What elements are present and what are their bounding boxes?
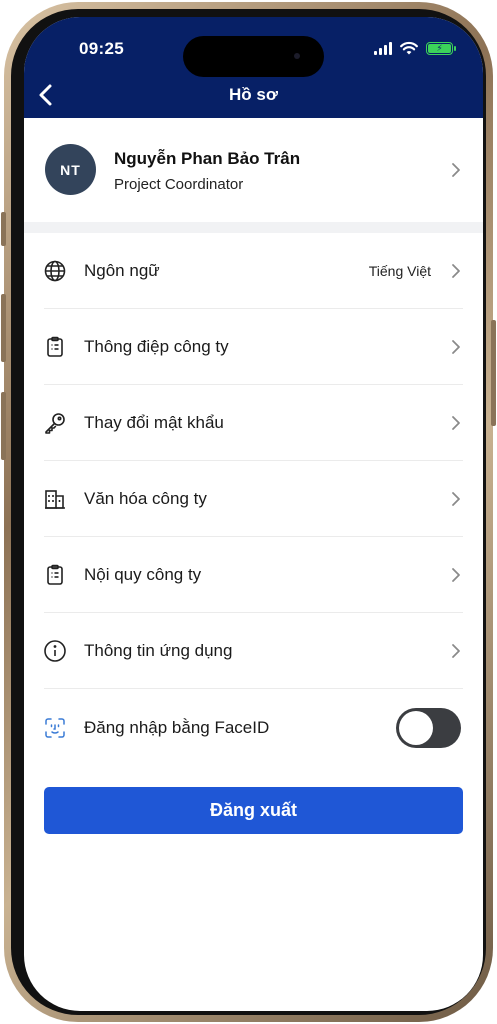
power-button [491, 320, 496, 426]
avatar: NT [45, 144, 96, 195]
clipboard-list-icon [47, 564, 63, 585]
menu-item-change-password[interactable]: Thay đổi mật khẩu [24, 385, 483, 461]
menu-item-company-culture[interactable]: Văn hóa công ty [24, 461, 483, 537]
menu-item-label: Thông điệp công ty [84, 337, 229, 356]
menu-item-company-message[interactable]: Thông điệp công ty [24, 309, 483, 385]
menu-item-faceid: Đăng nhập bằng FaceID [24, 689, 483, 765]
menu-item-label: Thông tin ứng dụng [84, 641, 233, 660]
volume-down-button [1, 392, 6, 460]
globe-icon [44, 260, 66, 282]
cellular-signal-icon [374, 41, 392, 55]
mute-switch [1, 212, 6, 246]
menu-item-label: Nội quy công ty [84, 565, 202, 584]
info-icon [44, 640, 66, 662]
clipboard-icon [47, 336, 63, 357]
page-title: Hồ sơ [229, 85, 278, 104]
menu-item-label: Thay đổi mật khẩu [84, 413, 224, 432]
chevron-right-icon [452, 416, 460, 430]
battery-icon: ⚡ [426, 41, 456, 55]
profile-role: Project Coordinator [114, 176, 244, 193]
dynamic-island [183, 36, 324, 77]
menu-item-label: Đăng nhập bằng FaceID [84, 718, 270, 737]
logout-button[interactable]: Đăng xuất [44, 787, 463, 834]
toggle-knob [399, 711, 433, 745]
settings-menu: Ngôn ngữ Tiếng Việt Thông điệp công ty T… [24, 233, 483, 765]
status-icons: ⚡ [374, 41, 456, 55]
volume-up-button [1, 294, 6, 362]
profile-card[interactable]: NT Nguyễn Phan Bảo Trân Project Coordina… [24, 118, 483, 222]
app-screen: 09:25 ⚡ Hồ sơ NT Nguyễn Phan Bảo Trân Pr… [24, 17, 483, 1011]
status-time: 09:25 [79, 39, 124, 58]
chevron-right-icon [452, 340, 460, 354]
chevron-right-icon [452, 163, 460, 177]
language-value: Tiếng Việt [368, 263, 431, 279]
key-icon [45, 413, 65, 434]
menu-item-company-rules[interactable]: Nội quy công ty [24, 537, 483, 613]
chevron-right-icon [452, 568, 460, 582]
menu-item-language[interactable]: Ngôn ngữ Tiếng Việt [24, 233, 483, 309]
header-bar: 09:25 ⚡ Hồ sơ [24, 17, 483, 118]
chevron-right-icon [452, 264, 460, 278]
wifi-icon [400, 41, 418, 55]
profile-name: Nguyễn Phan Bảo Trân [114, 149, 301, 168]
faceid-icon [45, 718, 65, 738]
chevron-right-icon [452, 644, 460, 658]
building-icon [45, 490, 65, 509]
menu-item-label: Văn hóa công ty [84, 489, 207, 508]
section-divider [24, 222, 483, 233]
menu-item-label: Ngôn ngữ [84, 261, 160, 280]
chevron-right-icon [452, 492, 460, 506]
menu-item-app-info[interactable]: Thông tin ứng dụng [24, 613, 483, 689]
faceid-toggle[interactable] [396, 708, 461, 748]
